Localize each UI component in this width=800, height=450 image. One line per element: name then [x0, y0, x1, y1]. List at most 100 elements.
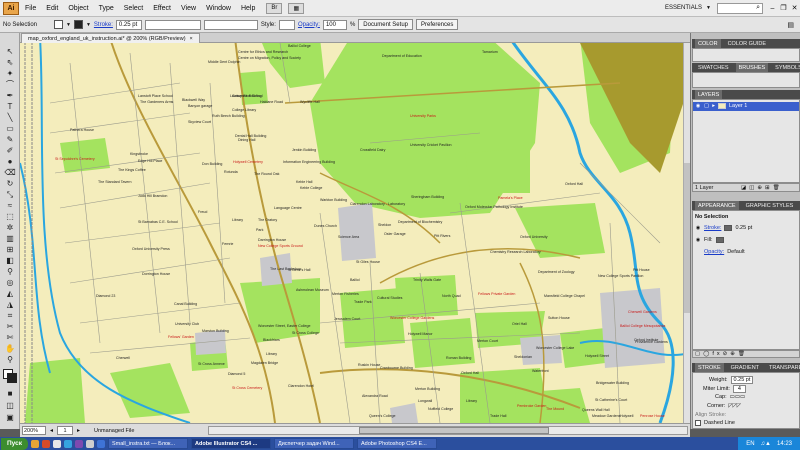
symbol-sprayer-tool-icon[interactable]: ✲	[4, 223, 16, 233]
search-input[interactable]: ⌕	[717, 2, 763, 14]
dashed-row[interactable]: Dashed Line	[695, 420, 735, 426]
tab-stroke[interactable]: STROKE	[695, 363, 724, 372]
blend-tool-icon[interactable]: ◎	[4, 278, 16, 288]
fill-swatch[interactable]	[54, 20, 63, 29]
live-paint-selection-tool-icon[interactable]: ◮	[4, 300, 16, 310]
lasso-tool-icon[interactable]: ⌒	[4, 80, 16, 90]
scissors-tool-icon[interactable]: ✄	[4, 333, 16, 343]
minimize-icon[interactable]: –	[767, 3, 778, 14]
direct-selection-tool-icon[interactable]: ⇖	[4, 58, 16, 68]
tab-color[interactable]: COLOR	[695, 39, 721, 48]
lock-toggle-icon[interactable]: ▢	[704, 103, 709, 109]
menu-object[interactable]: Object	[63, 5, 93, 12]
horizontal-scroll-thumb[interactable]	[359, 427, 550, 434]
appearance-opacity-label[interactable]: Opacity:	[704, 249, 724, 255]
layer-actions-icons[interactable]: ◪◫⊕⊞🗑	[741, 185, 783, 191]
task-photoshop[interactable]: Adobe Photoshop CS4 E...	[357, 438, 437, 449]
close-icon[interactable]: ✕	[789, 3, 800, 14]
menu-effect[interactable]: Effect	[148, 5, 176, 12]
stroke-color-icon[interactable]	[7, 373, 17, 383]
screen-mode-icon[interactable]: ▣	[4, 413, 16, 423]
tab-graphic-styles[interactable]: GRAPHIC STYLES	[743, 201, 797, 210]
task-notepad[interactable]: Small_instra.txt — Блок...	[108, 438, 188, 449]
free-transform-tool-icon[interactable]: ⬚	[4, 212, 16, 222]
weight-field[interactable]: 0.25 pt	[730, 376, 754, 384]
menu-edit[interactable]: Edit	[41, 5, 63, 12]
tab-symbols[interactable]: SYMBOLS	[772, 63, 800, 72]
rotate-tool-icon[interactable]: ↻	[4, 179, 16, 189]
menu-view[interactable]: View	[176, 5, 201, 12]
gradient-tool-icon[interactable]: ◧	[4, 256, 16, 266]
opacity-field[interactable]: 100	[322, 19, 347, 30]
paintbrush-tool-icon[interactable]: ✎	[4, 135, 16, 145]
workspace-switcher[interactable]: ESSENTIALS	[665, 5, 702, 11]
prev-artboard-icon[interactable]: ◂	[50, 427, 53, 434]
tab-swatches[interactable]: SWATCHES	[695, 63, 732, 72]
appearance-opacity-row[interactable]: Opacity: Default	[695, 249, 745, 255]
slice-tool-icon[interactable]: ✂	[4, 322, 16, 332]
start-button[interactable]: Пуск	[1, 437, 28, 450]
menu-select[interactable]: Select	[119, 5, 148, 12]
zoom-field[interactable]: 200%	[22, 426, 46, 435]
graphic-style-select[interactable]	[278, 19, 295, 30]
warp-tool-icon[interactable]: ≈	[4, 201, 16, 211]
column-graph-tool-icon[interactable]: ▥	[4, 234, 16, 244]
quicklaunch-media-icon[interactable]	[75, 439, 83, 448]
menu-type[interactable]: Type	[94, 5, 119, 12]
preferences-button[interactable]: Preferences	[416, 19, 459, 30]
mesh-tool-icon[interactable]: ⊞	[4, 245, 16, 255]
panel-menu-icon[interactable]: ▤	[787, 21, 794, 29]
document-setup-button[interactable]: Document Setup	[358, 19, 413, 30]
appearance-actions-icons[interactable]: ▢◯fx⊘⊕🗑	[695, 351, 748, 357]
tab-gradient[interactable]: GRADIENT	[728, 363, 762, 372]
close-icon[interactable]: ×	[190, 36, 193, 42]
appearance-fill-row[interactable]: ◉ Fill:	[695, 237, 724, 243]
fill-swatch[interactable]	[715, 237, 724, 243]
status-text[interactable]: Unmanaged File	[94, 428, 204, 434]
vertical-scrollbar[interactable]	[683, 43, 690, 423]
pencil-tool-icon[interactable]: ✐	[4, 146, 16, 156]
brush-definition-select[interactable]	[144, 19, 201, 30]
tab-color-guide[interactable]: COLOR GUIDE	[725, 39, 770, 48]
eye-icon[interactable]: ◉	[695, 225, 701, 231]
quicklaunch-opera-icon[interactable]	[42, 439, 50, 448]
menu-file[interactable]: File	[23, 5, 41, 12]
line-tool-icon[interactable]: ╲	[4, 113, 16, 123]
zoom-tool-icon[interactable]: ⚲	[4, 355, 16, 365]
miter-field[interactable]: 4	[732, 385, 746, 393]
corner-buttons-icon[interactable]: ◸◸◸	[728, 403, 741, 409]
expand-triangle-icon[interactable]: ▸	[712, 103, 715, 109]
dashed-checkbox[interactable]	[695, 420, 701, 426]
type-tool-icon[interactable]: T	[4, 102, 16, 112]
scale-tool-icon[interactable]: ⤡	[4, 190, 16, 200]
hand-tool-icon[interactable]: ✋	[4, 344, 16, 354]
color-mode-icon[interactable]: ■	[4, 389, 16, 399]
eyedropper-tool-icon[interactable]: ⚲	[4, 267, 16, 277]
restore-icon[interactable]: ❐	[778, 3, 789, 14]
stroke-swatch[interactable]	[724, 225, 733, 231]
appearance-stroke-label[interactable]: Stroke:	[704, 225, 721, 231]
appearance-stroke-row[interactable]: ◉ Stroke: 0.25 pt	[695, 225, 752, 231]
eye-icon[interactable]: ◉	[695, 103, 701, 109]
arrange-documents-button[interactable]: ▦	[288, 2, 305, 14]
chevron-down-icon[interactable]: ▼	[66, 22, 71, 28]
language-indicator[interactable]: EN	[746, 441, 754, 447]
stroke-swatch[interactable]	[73, 20, 83, 29]
opacity-label-link[interactable]: Opacity:	[298, 22, 320, 28]
menu-help[interactable]: Help	[236, 5, 260, 12]
cap-buttons-icon[interactable]: ▭▭▭	[730, 394, 746, 400]
draw-mode-icon[interactable]: ◫	[4, 401, 16, 411]
chevron-down-icon[interactable]: ▼	[706, 5, 711, 11]
eye-icon[interactable]: ◉	[695, 237, 701, 243]
tab-layers[interactable]: LAYERS	[695, 90, 723, 99]
stroke-weight-field[interactable]: 0.25 pt	[115, 19, 142, 30]
task-illustrator[interactable]: Adobe Illustrator CS4 ...	[191, 438, 271, 449]
document-tab[interactable]: map_oxford_england_uk_instruction.ai* @ …	[21, 33, 200, 43]
tab-transparency[interactable]: TRANSPARENCY	[766, 363, 800, 372]
task-task-manager[interactable]: Диспетчер задач Wind...	[274, 438, 354, 449]
tab-appearance[interactable]: APPEARANCE	[695, 201, 739, 210]
quicklaunch-app-icon[interactable]	[86, 439, 94, 448]
appearance-stroke-value[interactable]: 0.25 pt	[735, 225, 752, 231]
quicklaunch-ie-icon[interactable]	[31, 439, 39, 448]
layer-row[interactable]: ◉ ▢ ▸ Layer 1	[695, 103, 747, 109]
